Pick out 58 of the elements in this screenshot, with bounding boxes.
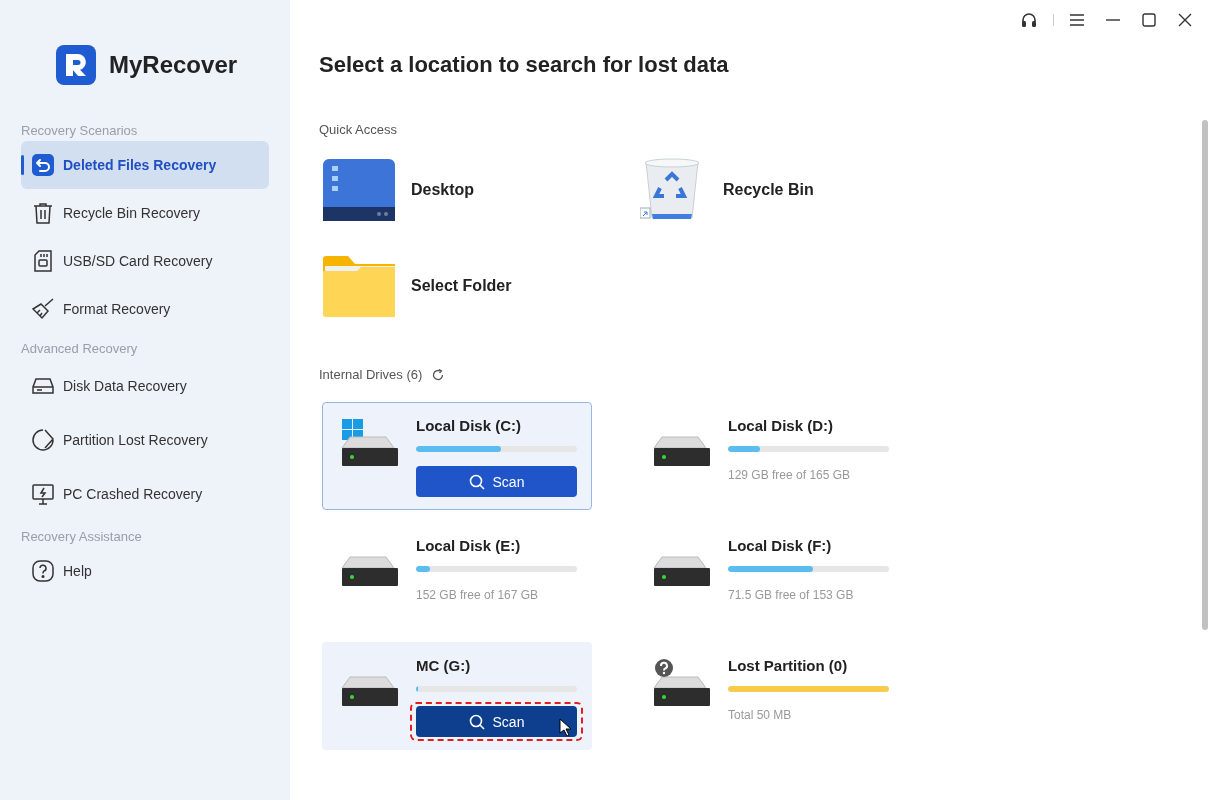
section-heading: Advanced Recovery <box>21 340 139 358</box>
desktop-icon <box>323 159 395 221</box>
refresh-icon[interactable] <box>432 368 445 381</box>
drive-capacity: 152 GB free of 167 GB <box>416 588 540 602</box>
unknown-drive-icon <box>652 659 710 709</box>
scan-button[interactable]: Scan <box>416 706 577 737</box>
app-logo-icon <box>56 45 96 85</box>
drive-name: Local Disk (F:) <box>728 537 833 554</box>
recycle-bin-icon <box>640 158 702 222</box>
scan-button[interactable]: Scan <box>416 466 577 497</box>
sidebar-item[interactable]: USB/SD Card Recovery <box>21 237 269 285</box>
trash-icon <box>31 201 55 225</box>
undo-icon <box>31 153 55 177</box>
quick-access-item[interactable]: Recycle Bin <box>631 157 931 223</box>
folder-icon <box>323 255 395 317</box>
sidebar-item[interactable]: PC Crashed Recovery <box>21 467 269 521</box>
headset-icon[interactable] <box>1021 12 1037 28</box>
drive-name: Local Disk (E:) <box>416 537 522 554</box>
drive-card[interactable]: Local Disk (F:) 71.5 GB free of 153 GB <box>634 522 904 630</box>
sidebar-item[interactable]: Format Recovery <box>21 285 269 333</box>
section-heading: Internal Drives (6) <box>319 367 423 382</box>
drive-capacity: 129 GB free of 165 GB <box>728 468 852 482</box>
menu-icon[interactable] <box>1070 14 1084 26</box>
drive-capacity: 71.5 GB free of 153 GB <box>728 588 855 602</box>
search-icon <box>468 473 485 490</box>
drive-name: Lost Partition (0) <box>728 657 849 674</box>
drive-card[interactable]: Lost Partition (0) Total 50 MB <box>634 642 904 750</box>
help-icon <box>31 559 55 583</box>
search-icon <box>468 713 485 730</box>
quick-access-item[interactable]: Desktop <box>319 157 631 223</box>
section-heading: Recovery Assistance <box>21 528 143 546</box>
drive-name: Local Disk (D:) <box>728 417 834 434</box>
drive-card[interactable]: MC (G:) Scan <box>322 642 592 750</box>
mouse-cursor-icon <box>559 718 571 736</box>
drive-name: Local Disk (C:) <box>416 417 522 434</box>
monitor-icon <box>31 482 55 506</box>
page-title: Select a location to search for lost data <box>319 52 730 78</box>
pie-chart-icon <box>31 428 55 452</box>
drive-card[interactable]: Local Disk (D:) 129 GB free of 165 GB <box>634 402 904 510</box>
sidebar-item[interactable]: Partition Lost Recovery <box>21 413 269 467</box>
drive-capacity: Total 50 MB <box>728 708 793 722</box>
section-heading: Quick Access <box>319 122 399 137</box>
sidebar-item[interactable]: Disk Data Recovery <box>21 359 269 413</box>
close-icon[interactable] <box>1178 13 1192 27</box>
system-drive-icon <box>340 419 398 469</box>
sidebar-item[interactable]: Deleted Files Recovery <box>21 141 269 189</box>
scrollbar-thumb[interactable] <box>1202 120 1208 630</box>
quick-access-item[interactable]: Select Folder <box>319 253 631 319</box>
app-name: MyRecover <box>109 51 238 79</box>
maximize-icon[interactable] <box>1142 13 1156 27</box>
sidebar-item[interactable]: Help <box>21 547 269 595</box>
drive-card[interactable]: Local Disk (C:) Scan <box>322 402 592 510</box>
drive-card[interactable]: Local Disk (E:) 152 GB free of 167 GB <box>322 522 592 630</box>
sidebar-item[interactable]: Recycle Bin Recovery <box>21 189 269 237</box>
sd-card-icon <box>31 249 55 273</box>
drive-name: MC (G:) <box>416 657 472 674</box>
broom-icon <box>31 297 55 321</box>
section-heading: Recovery Scenarios <box>21 122 139 140</box>
